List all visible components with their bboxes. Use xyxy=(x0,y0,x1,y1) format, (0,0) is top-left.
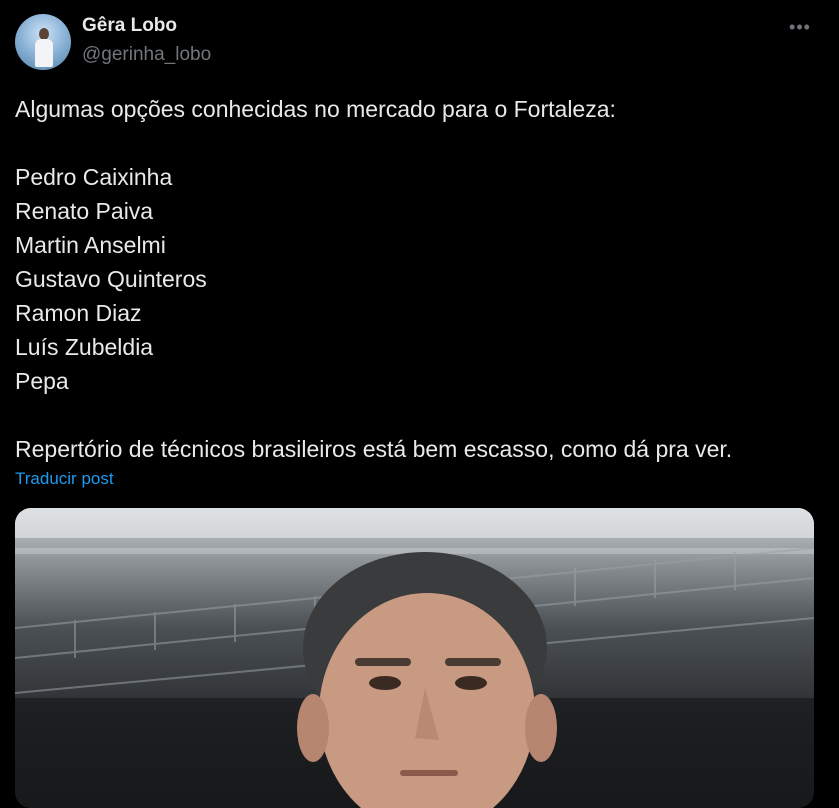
ellipsis-icon: ••• xyxy=(789,16,811,37)
list-item: Luís Zubeldia xyxy=(15,334,154,360)
avatar-figure-body xyxy=(35,39,53,67)
author-handle[interactable]: @gerinha_lobo xyxy=(82,44,211,66)
list-item: Renato Paiva xyxy=(15,198,154,224)
tweet-media-photo[interactable] xyxy=(15,508,814,808)
list-item: Martin Anselmi xyxy=(15,232,166,258)
list-item: Gustavo Quinteros xyxy=(15,266,207,292)
tweet-closing: Repertório de técnicos brasileiros está … xyxy=(15,436,733,462)
more-options-button[interactable]: ••• xyxy=(786,15,814,39)
list-item: Pepa xyxy=(15,368,69,394)
list-item: Ramon Diaz xyxy=(15,300,142,326)
author-avatar[interactable] xyxy=(15,14,71,70)
list-item: Pedro Caixinha xyxy=(15,164,173,190)
translate-post-link[interactable]: Traducir post xyxy=(15,469,114,489)
tweet-text: Algumas opções conhecidas no mercado par… xyxy=(15,92,815,466)
author-display-name[interactable]: Gêra Lobo xyxy=(82,15,177,37)
tweet-intro: Algumas opções conhecidas no mercado par… xyxy=(15,96,616,122)
photo-icon xyxy=(15,508,814,808)
